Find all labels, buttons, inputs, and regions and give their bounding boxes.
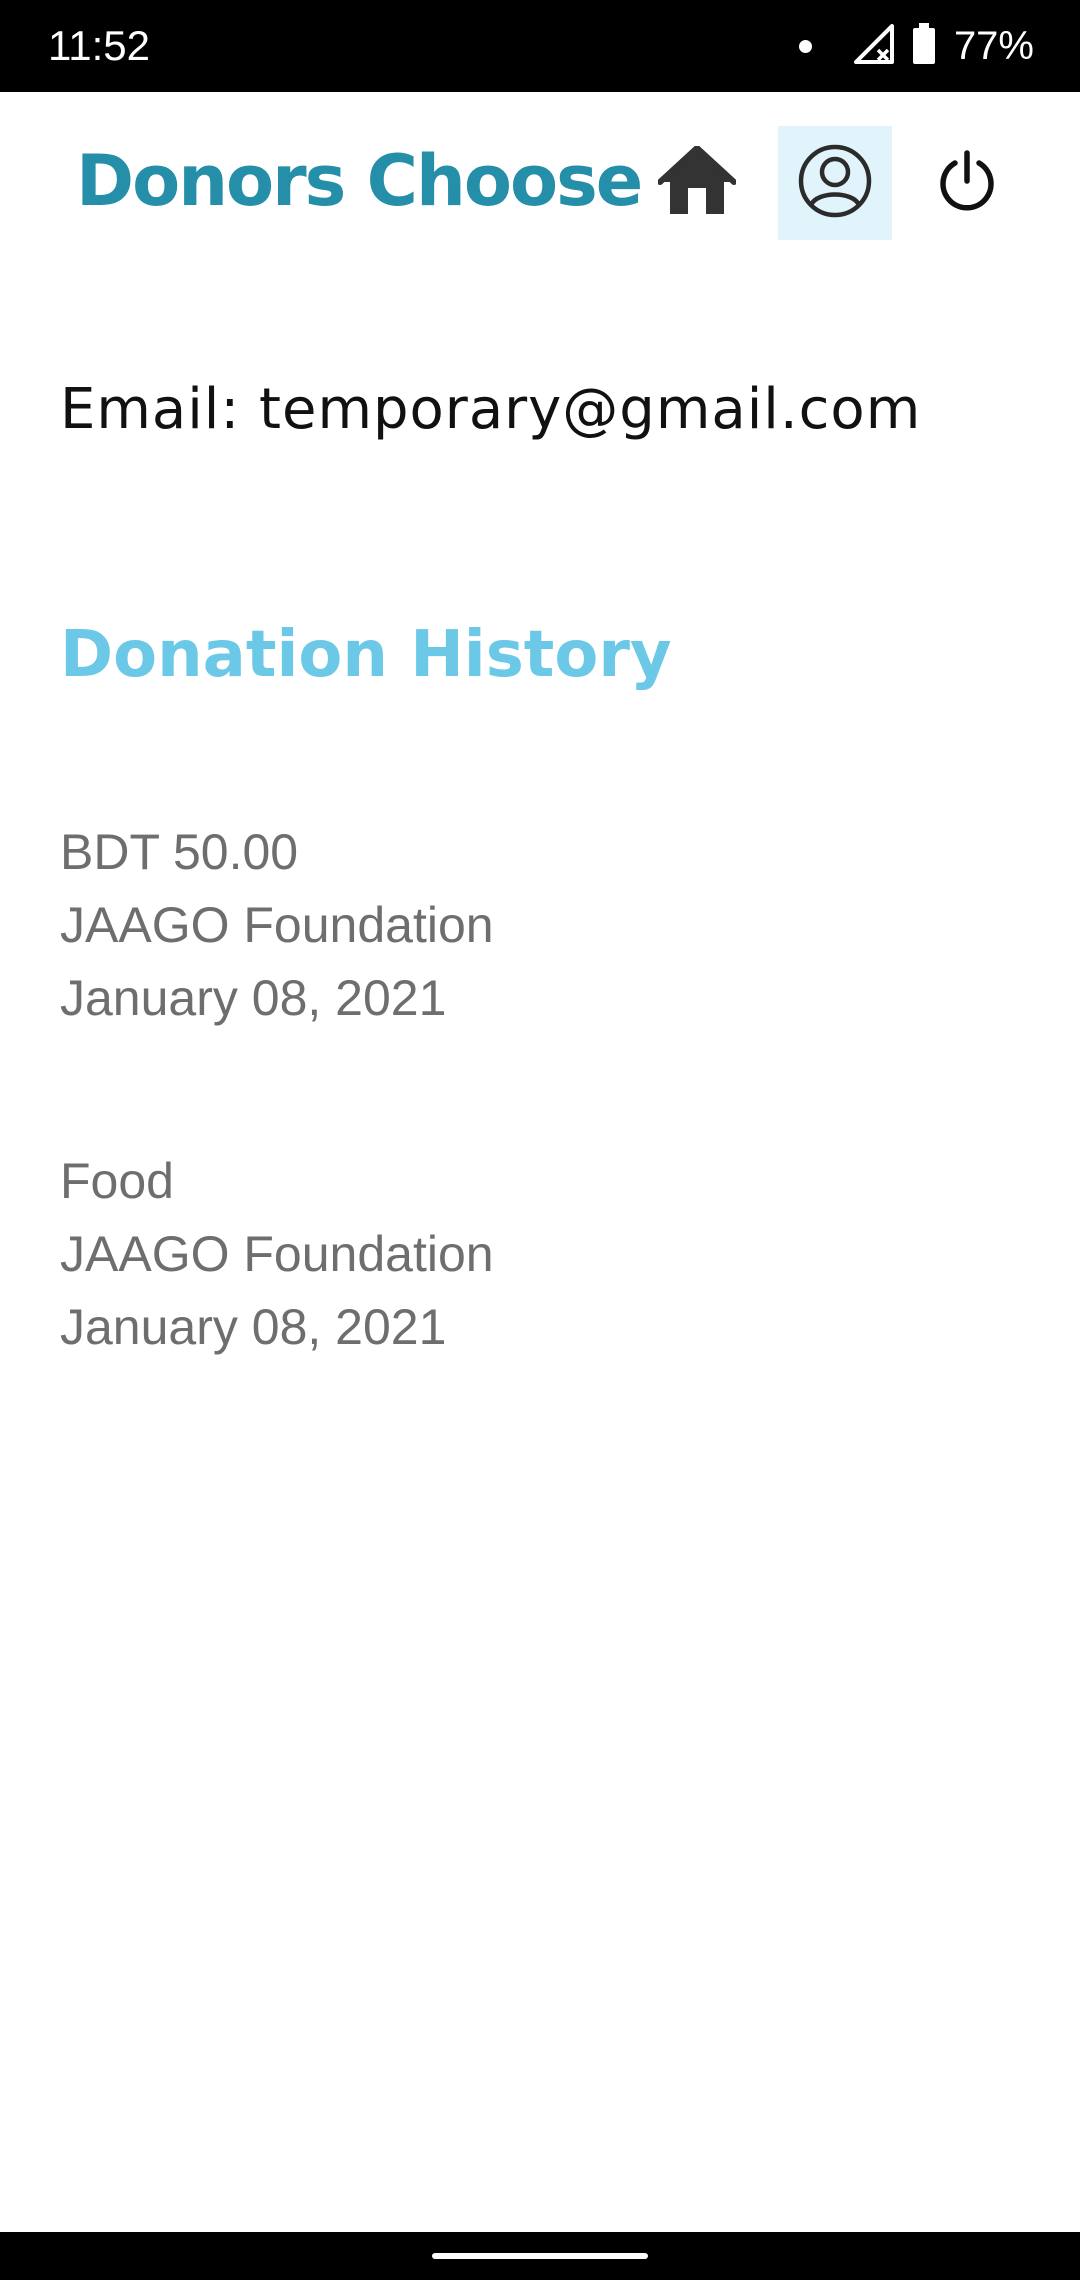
donation-amount: BDT 50.00 [60, 824, 299, 880]
profile-button[interactable] [778, 126, 892, 240]
donation-item: BDT 50.00 JAAGO Foundation January 08, 2… [60, 816, 960, 1035]
home-icon [657, 144, 737, 221]
donation-organization: JAAGO Foundation [60, 897, 494, 953]
donation-amount: Food [60, 1153, 174, 1209]
email-text: Email: temporary@gmail.com [60, 377, 922, 442]
battery-icon [912, 22, 936, 70]
home-button[interactable] [640, 126, 754, 240]
signal-no-service-icon [853, 23, 894, 69]
battery-percentage: 77% [953, 24, 1034, 68]
donation-date: January 08, 2021 [60, 970, 447, 1026]
notification-dot-icon [798, 39, 812, 53]
donation-item: Food JAAGO Foundation January 08, 2021 [60, 1145, 960, 1364]
home-gesture-handle[interactable] [432, 2253, 648, 2259]
app-title: Donors Choose [76, 140, 643, 222]
donation-date: January 08, 2021 [60, 1299, 447, 1355]
donation-organization: JAAGO Foundation [60, 1226, 494, 1282]
logout-button[interactable] [910, 126, 1024, 240]
power-icon [935, 149, 999, 218]
account-circle-icon [797, 143, 873, 224]
status-icons: 77% [798, 18, 1034, 74]
system-nav-bar [0, 2232, 1080, 2280]
app-bar: Donors Choose [0, 92, 1080, 272]
status-bar: 11:52 77% [0, 0, 1080, 92]
donation-history-heading: Donation History [60, 618, 672, 692]
status-time: 11:52 [48, 22, 150, 69]
